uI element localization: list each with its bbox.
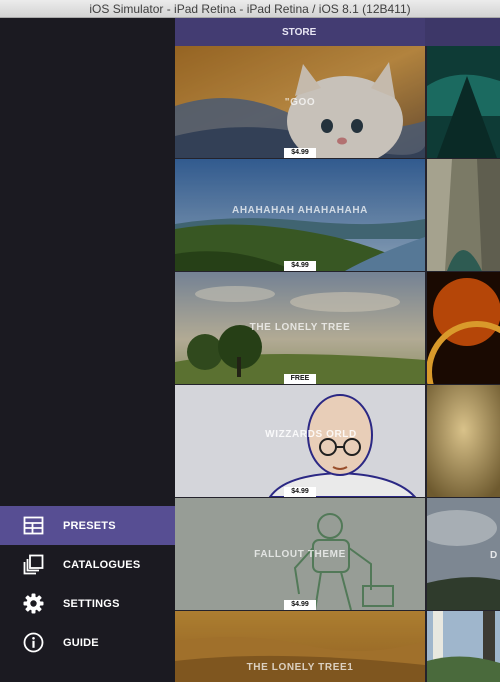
side-preset-tile[interactable]: D [427, 498, 500, 610]
menu-item-catalogues[interactable]: CATALOGUES [0, 545, 175, 584]
side-preset-tile[interactable] [427, 159, 500, 271]
preset-title: THE LONELY TREE [249, 322, 351, 333]
preset-title: FALLOUT THEME [254, 549, 346, 560]
store-header: STORE [175, 18, 500, 46]
menu-item-presets[interactable]: PRESETS [0, 506, 175, 545]
preset-tile[interactable]: "GOO $4.99 [175, 46, 425, 158]
preset-title: WIZZARDS ORLD [265, 429, 357, 440]
window-title: iOS Simulator - iPad Retina - iPad Retin… [89, 2, 411, 16]
side-preset-tile[interactable] [427, 46, 500, 158]
teal-shipwreck-photo [427, 46, 500, 158]
price-tag: $4.99 [284, 487, 316, 497]
menu-list: PRESETS CATALOGUES SETTINGS GUIDE [0, 506, 175, 662]
preset-title: "GOO [284, 97, 316, 108]
preset-tile[interactable]: WIZZARDS ORLD $4.99 [175, 385, 425, 497]
gear-icon [23, 593, 44, 614]
preset-tile[interactable]: THE LONELY TREE1 [175, 611, 425, 682]
presets-icon [23, 515, 44, 536]
info-icon [23, 632, 44, 653]
price-tag: FREE [284, 374, 316, 384]
price-tag: $4.99 [284, 148, 316, 158]
birch-trees-photo [427, 611, 500, 682]
catalogues-icon [23, 554, 44, 575]
preset-tile[interactable]: AHAHAHAH AHAHAHAHA $4.99 [175, 159, 425, 271]
canyon-cliffs-photo [427, 159, 500, 271]
store-panel: STORE "GOO $4.99 AHAHAHAH AHAHAHAHA $4.9… [175, 18, 500, 682]
side-preset-tile[interactable] [427, 611, 500, 682]
simulator-title-bar: iOS Simulator - iPad Retina - iPad Retin… [0, 0, 500, 18]
store-title: STORE [282, 27, 317, 38]
price-tag: $4.99 [284, 600, 316, 610]
price-tag: $4.99 [284, 261, 316, 271]
side-menu: PRESETS CATALOGUES SETTINGS GUIDE [0, 18, 175, 682]
preset-title: THE LONELY TREE1 [246, 662, 354, 673]
menu-item-guide[interactable]: GUIDE [0, 623, 175, 662]
menu-label-settings: SETTINGS [63, 598, 120, 610]
tile-shade [175, 385, 425, 497]
preset-tile[interactable]: THE LONELY TREE FREE [175, 272, 425, 384]
side-preset-tile[interactable] [427, 385, 500, 497]
menu-label-presets: PRESETS [63, 520, 116, 532]
preset-title: AHAHAHAH AHAHAHAHA [232, 205, 368, 216]
side-preset-title: D [490, 550, 498, 561]
golden-texture-photo [427, 385, 500, 497]
fiery-ring-photo [427, 272, 500, 384]
menu-item-settings[interactable]: SETTINGS [0, 584, 175, 623]
menu-label-catalogues: CATALOGUES [63, 559, 141, 571]
side-preset-tile[interactable] [427, 272, 500, 384]
preset-tile[interactable]: FALLOUT THEME $4.99 [175, 498, 425, 610]
menu-label-guide: GUIDE [63, 637, 99, 649]
header-right-segment [425, 18, 500, 46]
